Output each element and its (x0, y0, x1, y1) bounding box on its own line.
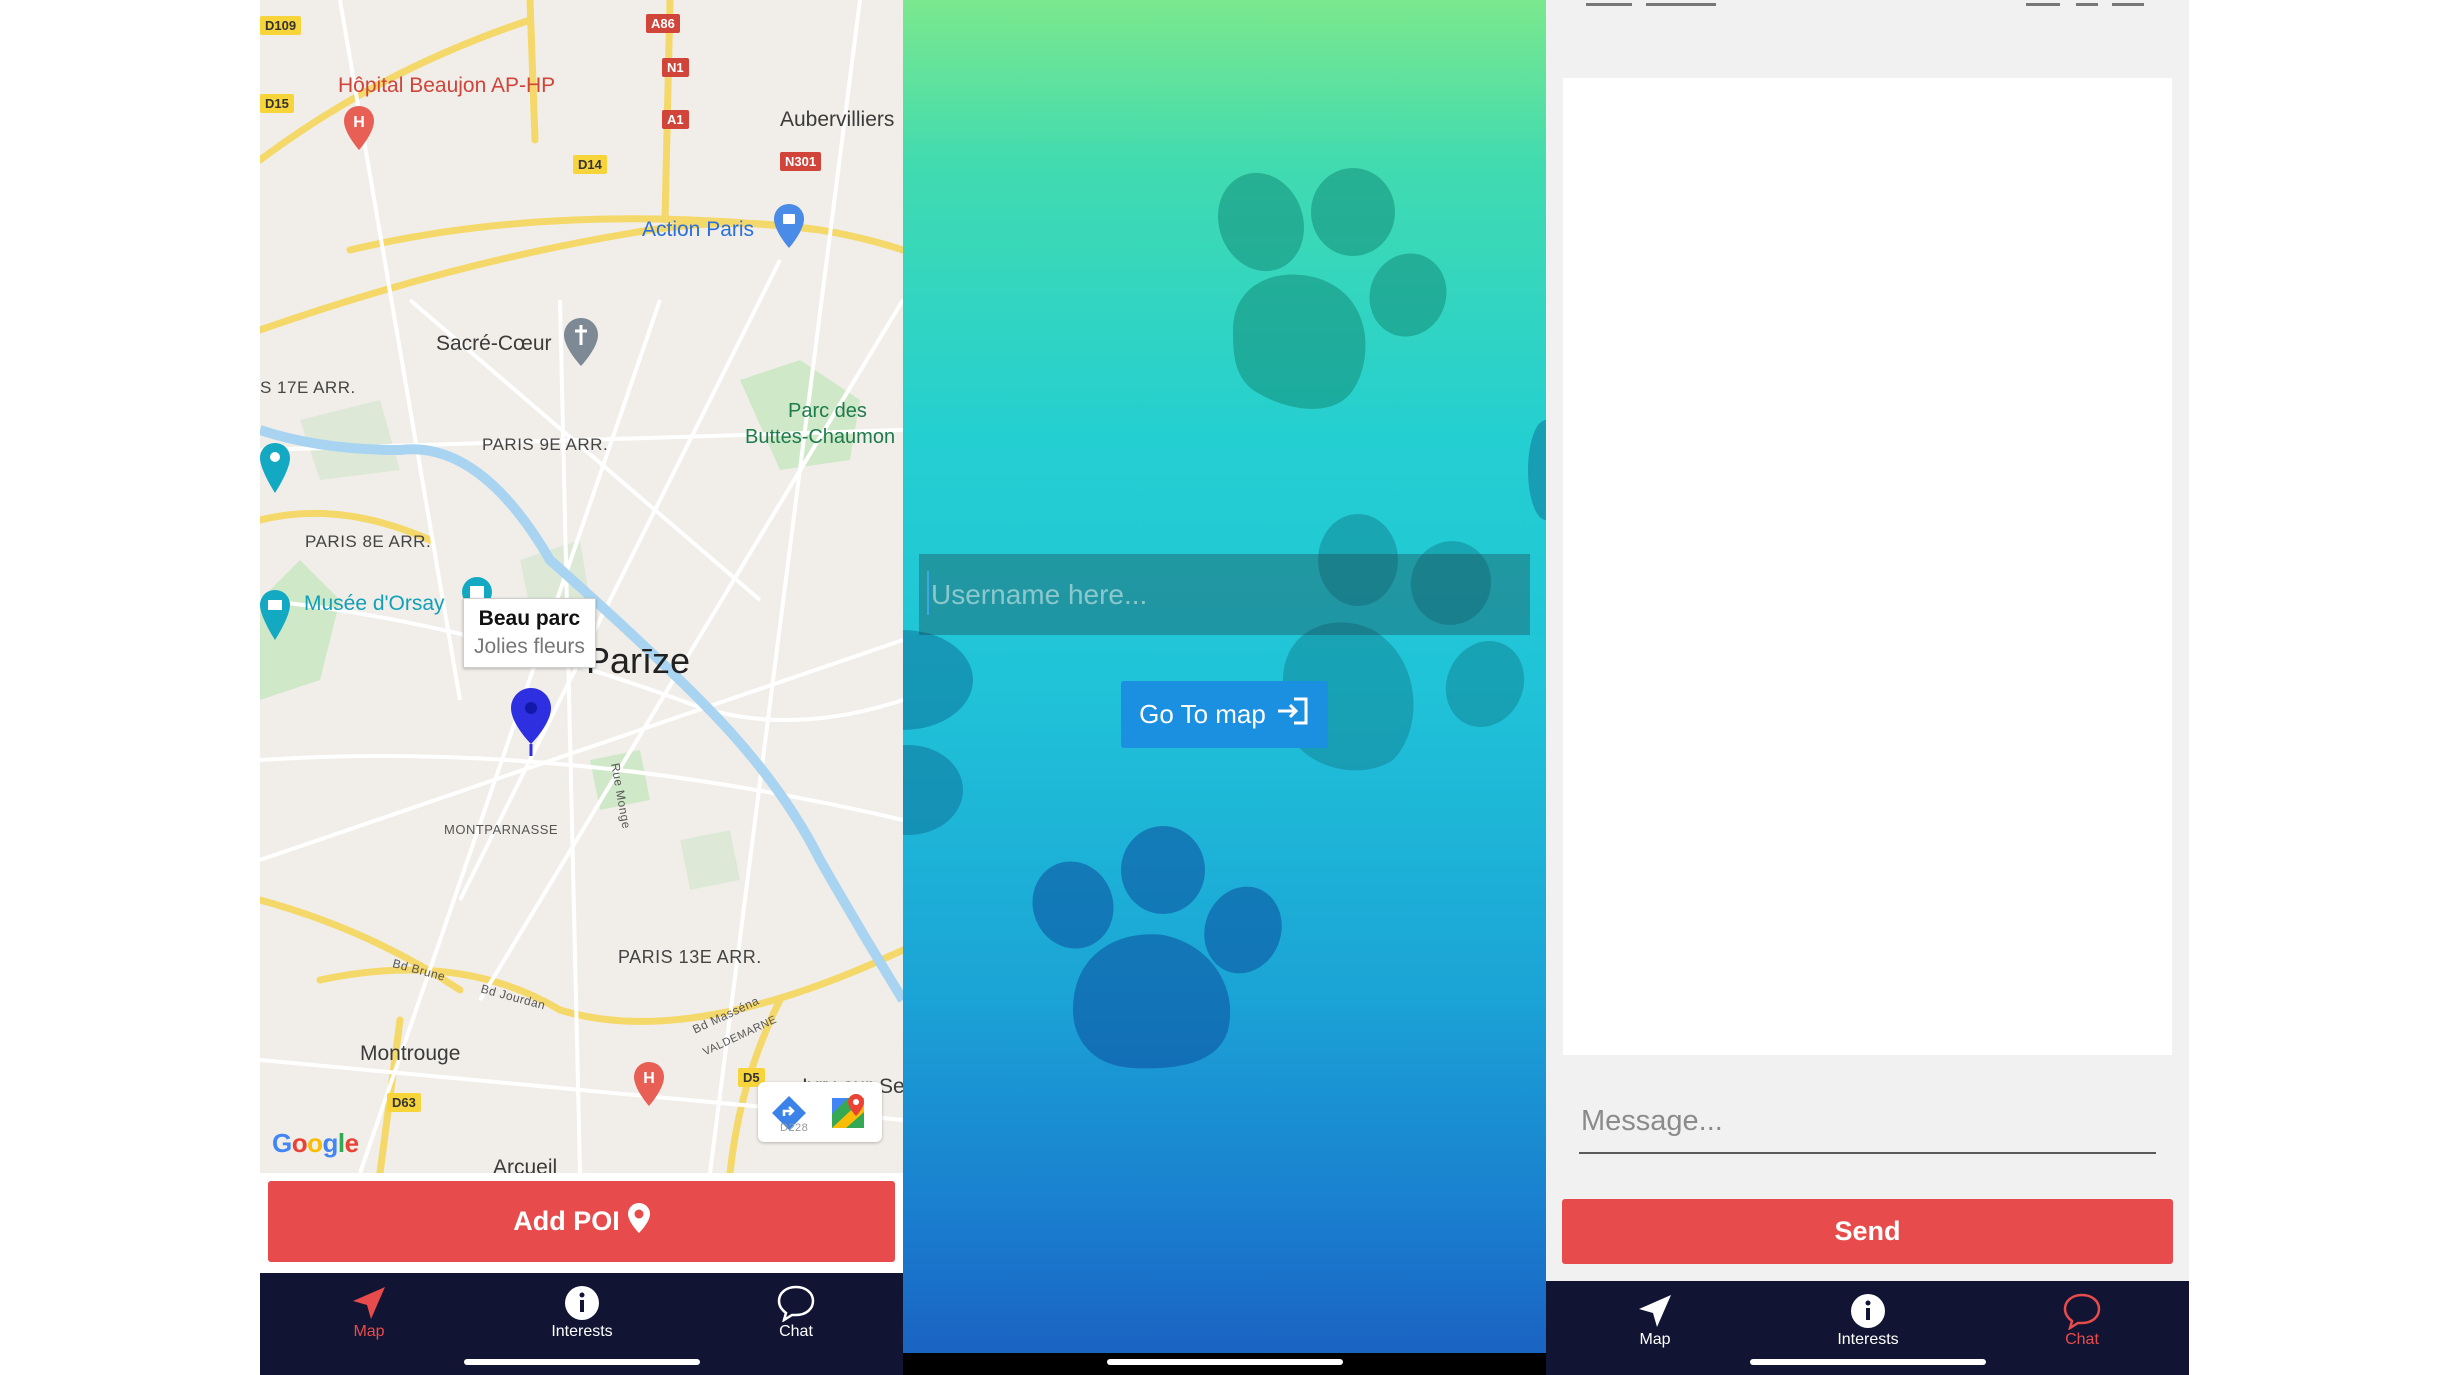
tab-map[interactable]: Map (309, 1283, 429, 1341)
road-badge: D109 (260, 16, 302, 35)
info-icon (522, 1283, 642, 1323)
poi-callout[interactable]: Beau parc Jolies fleurs (463, 598, 596, 668)
home-indicator (463, 1359, 700, 1365)
chat-bubble-icon (736, 1283, 856, 1323)
bottom-tab-bar: Map Interests Chat (260, 1273, 903, 1375)
paw-print-icon (903, 630, 973, 835)
send-label: Send (1834, 1216, 1901, 1246)
map-label: MONTPARNASSE (444, 822, 559, 837)
tab-interests[interactable]: Interests (522, 1283, 642, 1341)
sign-in-icon (1276, 696, 1310, 733)
message-input[interactable] (1579, 1104, 2160, 1139)
map-toolbar: D228 (758, 1082, 882, 1142)
bottom-bar (903, 1353, 1546, 1375)
tab-label: Interests (1837, 1331, 1899, 1348)
map-label: Arcueil (493, 1156, 558, 1173)
google-logo: Google (272, 1128, 359, 1158)
map-screen: Hôpital Beaujon AP-HP H Aubervilliers Ac… (260, 0, 903, 1375)
svg-text:H: H (643, 1070, 655, 1087)
map-pin-icon (627, 1203, 650, 1240)
map-label: Montrouge (360, 1042, 461, 1065)
status-bar (1546, 0, 2189, 10)
road-badge: D63 (387, 1093, 421, 1112)
tab-interests[interactable]: Interests (1808, 1291, 1928, 1349)
tab-label: Map (353, 1323, 385, 1340)
paw-print-icon (1032, 826, 1282, 1069)
tab-label: Chat (779, 1323, 813, 1340)
map-label: PARIS 8E ARR. (305, 532, 432, 551)
home-indicator (1749, 1359, 1986, 1365)
tab-map[interactable]: Map (1595, 1291, 1715, 1349)
svg-text:H: H (353, 114, 365, 131)
tab-chat[interactable]: Chat (736, 1283, 856, 1341)
road-badge: N301 (780, 152, 822, 171)
chat-screen: Send Map Interests Chat (1546, 0, 2189, 1375)
tab-chat[interactable]: Chat (2022, 1291, 2142, 1349)
road-badge: A86 (646, 14, 680, 33)
login-screen: Go To map (903, 0, 1546, 1375)
add-poi-label: Add POI (513, 1206, 620, 1236)
bottom-tab-bar: Map Interests Chat (1546, 1281, 2189, 1375)
add-poi-button[interactable]: Add POI (268, 1181, 895, 1262)
navigation-arrow-icon (309, 1283, 429, 1323)
go-to-map-button[interactable]: Go To map (1121, 681, 1328, 748)
map-roads (260, 0, 903, 1173)
map-label: Parīze (586, 640, 691, 681)
map-label: D228 (780, 1122, 809, 1134)
paw-print-icon (1217, 168, 1447, 409)
map-label: PARIS 9E ARR. (482, 435, 609, 454)
tab-label: Interests (551, 1323, 613, 1340)
text-cursor (927, 571, 929, 615)
map-label: Sacré-Cœur (436, 332, 552, 355)
map-label: Aubervilliers (780, 108, 895, 131)
paw-print-icon (1528, 420, 1546, 520)
message-field-wrapper (1579, 1090, 2160, 1154)
chat-messages-area[interactable] (1563, 78, 2172, 1055)
road-badge: N1 (662, 58, 689, 77)
username-input[interactable] (929, 577, 1520, 612)
road-badge: D15 (260, 94, 294, 113)
map-label: PARIS 13E ARR. (618, 947, 762, 967)
map-view[interactable]: Hôpital Beaujon AP-HP H Aubervilliers Ac… (260, 0, 903, 1173)
tab-label: Chat (2065, 1331, 2099, 1348)
map-label: Action Paris (642, 218, 755, 241)
road-badge: A1 (662, 110, 689, 129)
map-label: Hôpital Beaujon AP-HP (338, 74, 556, 97)
map-label: Musée d'Orsay (304, 592, 445, 615)
callout-title: Beau parc (478, 607, 581, 630)
navigation-arrow-icon (1595, 1291, 1715, 1331)
map-label: S 17E ARR. (260, 378, 356, 397)
map-label: Buttes-Chaumon (745, 426, 896, 448)
chat-bubble-icon (2022, 1291, 2142, 1331)
tab-label: Map (1639, 1331, 1671, 1348)
road-badge: D14 (573, 155, 607, 174)
info-icon (1808, 1291, 1928, 1331)
callout-subtitle: Jolies fleurs (474, 635, 585, 658)
home-indicator (1106, 1359, 1343, 1365)
send-button[interactable]: Send (1562, 1199, 2173, 1264)
map-label: Parc des (788, 400, 867, 422)
username-input-wrapper (919, 554, 1530, 635)
go-to-map-label: Go To map (1139, 699, 1266, 729)
